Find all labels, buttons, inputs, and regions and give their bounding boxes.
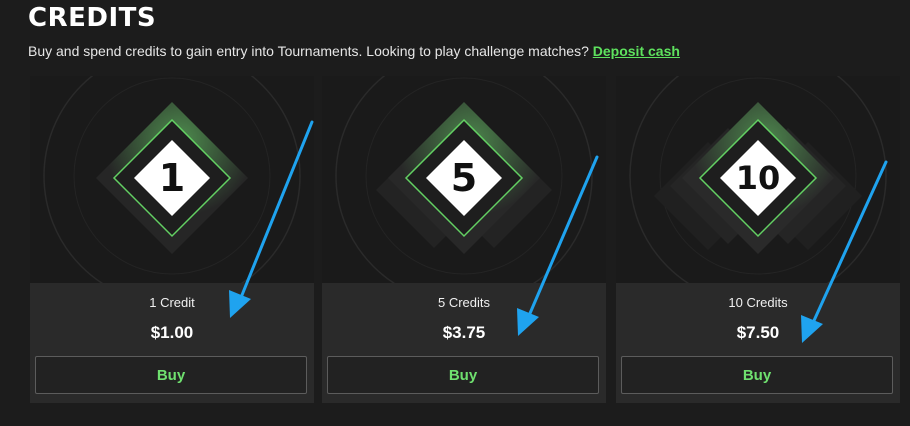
credits-page: CREDITS Buy and spend credits to gain en… (0, 0, 910, 426)
page-title: CREDITS (28, 3, 157, 33)
credit-info-5: 5 Credits $3.75 Buy (322, 283, 606, 403)
credit-name: 1 Credit (149, 295, 195, 310)
credit-price: $1.00 (150, 323, 194, 342)
credit-name: 10 Credits (728, 295, 788, 310)
credit-price: $3.75 (442, 323, 486, 342)
buy-button-1[interactable]: Buy (35, 356, 307, 394)
credit-card-5: 5 5 Credits $3.75 Buy (322, 76, 606, 403)
credit-name: 5 Credits (437, 295, 491, 310)
subtitle-text: Buy and spend credits to gain entry into… (28, 43, 589, 59)
buy-button-10[interactable]: Buy (621, 356, 893, 394)
credit-number-10: 10 (736, 159, 781, 197)
buy-button-5[interactable]: Buy (327, 356, 599, 394)
credit-info-10: 10 Credits $7.50 Buy (616, 283, 900, 403)
credit-art-10: 10 (616, 76, 900, 283)
credit-number-1: 1 (159, 156, 185, 200)
credit-number-5: 5 (451, 156, 477, 200)
credit-card-1: 1 1 Credit $1.00 Buy (30, 76, 314, 403)
page-subtitle: Buy and spend credits to gain entry into… (28, 43, 680, 59)
credit-diamond-5-icon: 5 (335, 76, 593, 283)
credit-art-1: 1 (30, 76, 314, 283)
credit-price: $7.50 (736, 323, 780, 342)
credit-diamond-1-icon: 1 (43, 76, 301, 283)
credit-info-1: 1 Credit $1.00 Buy (30, 283, 314, 403)
credit-card-10: 10 10 Credits $7.50 Buy (616, 76, 900, 403)
deposit-cash-link[interactable]: Deposit cash (593, 43, 680, 59)
credit-diamond-10-icon: 10 (629, 76, 887, 283)
credit-art-5: 5 (322, 76, 606, 283)
